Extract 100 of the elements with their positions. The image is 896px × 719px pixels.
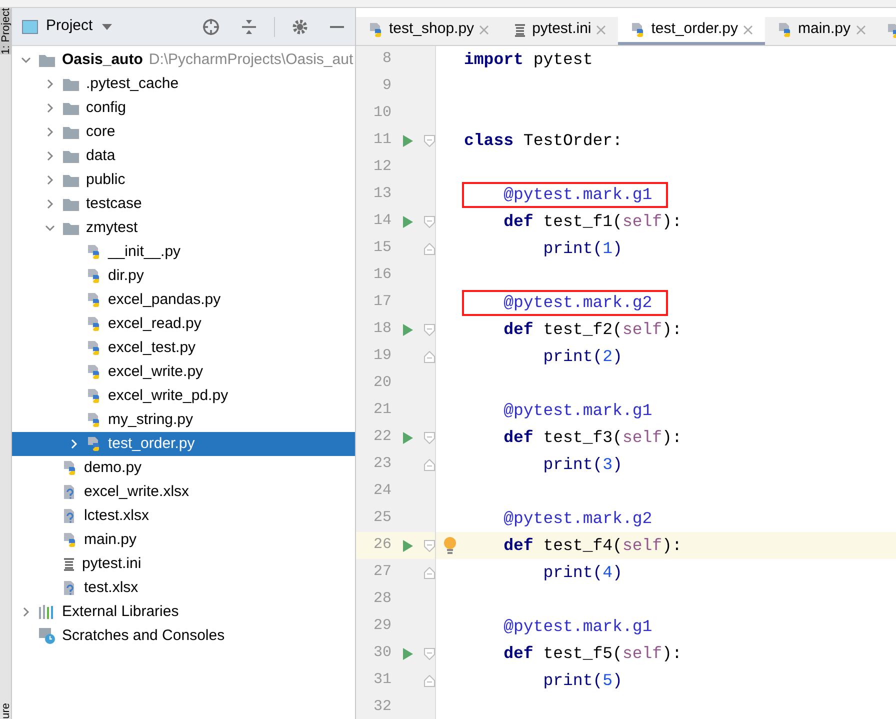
tree-item[interactable]: excel_write.xlsx bbox=[12, 480, 355, 504]
editor-tab[interactable]: test_order.py bbox=[618, 17, 765, 45]
editor-tab[interactable]: test_shop.py bbox=[356, 17, 502, 45]
close-icon[interactable] bbox=[596, 24, 606, 34]
close-icon[interactable] bbox=[742, 24, 753, 34]
chevron-down-icon[interactable] bbox=[21, 55, 31, 65]
tree-item[interactable]: testcase bbox=[12, 192, 355, 216]
folder-icon bbox=[62, 76, 80, 92]
chevron-right-icon[interactable] bbox=[21, 607, 31, 617]
line-number: 19 bbox=[372, 346, 392, 366]
close-icon[interactable] bbox=[856, 24, 866, 34]
tree-item[interactable]: test_order.py bbox=[12, 432, 355, 456]
editor-tab[interactable]: main.py bbox=[764, 17, 878, 45]
tree-item-label: demo.py bbox=[84, 458, 142, 478]
tree-item[interactable]: pytest.ini bbox=[12, 552, 355, 576]
tree-item-label: excel_write.xlsx bbox=[84, 482, 190, 502]
tree-item[interactable]: excel_write_pd.py bbox=[12, 384, 355, 408]
code-text: print(3) bbox=[542, 454, 622, 476]
tree-item[interactable]: excel_pandas.py bbox=[12, 288, 355, 312]
tree-item[interactable]: excel_read.py bbox=[12, 312, 355, 336]
chevron-right-icon[interactable] bbox=[45, 103, 55, 113]
chevron-right-icon[interactable] bbox=[45, 79, 55, 89]
folder-icon bbox=[62, 220, 80, 236]
code-text: def test_f1(self): bbox=[502, 210, 682, 232]
tree-item[interactable]: my_string.py bbox=[12, 408, 355, 432]
chevron-right-icon[interactable] bbox=[45, 151, 55, 161]
fold-marker-icon[interactable] bbox=[424, 458, 435, 470]
run-icon[interactable] bbox=[403, 216, 414, 228]
fold-marker-icon[interactable] bbox=[424, 432, 435, 444]
strip-label[interactable]: ure bbox=[0, 703, 11, 719]
code-text: def test_f4(self): bbox=[502, 534, 682, 556]
tree-item[interactable]: main.py bbox=[12, 528, 355, 552]
tree-item[interactable]: data bbox=[12, 144, 355, 168]
fold-marker-icon[interactable] bbox=[424, 566, 435, 578]
tree-item[interactable]: core bbox=[12, 120, 355, 144]
line-number: 27 bbox=[372, 562, 392, 582]
tree-item[interactable]: __init__.py bbox=[12, 240, 355, 264]
fold-marker-icon[interactable] bbox=[424, 674, 435, 686]
python-file-icon bbox=[86, 388, 102, 404]
collapse-all-icon[interactable] bbox=[240, 18, 258, 36]
locate-icon[interactable] bbox=[202, 18, 220, 36]
tree-item[interactable]: zmytest bbox=[12, 216, 355, 240]
line-number: 28 bbox=[372, 589, 392, 610]
line-number: 11 bbox=[372, 130, 392, 150]
line-number: 29 bbox=[372, 616, 392, 636]
chevron-right-icon[interactable] bbox=[45, 127, 55, 137]
tree-item-label: excel_write_pd.py bbox=[108, 386, 228, 406]
line-number: 17 bbox=[372, 292, 392, 312]
run-icon[interactable] bbox=[403, 648, 414, 660]
lightbulb-icon[interactable] bbox=[443, 536, 457, 554]
fold-marker-icon[interactable] bbox=[424, 134, 435, 146]
tree-item[interactable]: demo.py bbox=[12, 456, 355, 480]
chevron-right-icon[interactable] bbox=[45, 175, 55, 185]
fold-marker-icon[interactable] bbox=[424, 648, 435, 660]
editor-tab[interactable]: pytest.ini bbox=[501, 17, 618, 45]
line-number: 15 bbox=[372, 238, 392, 258]
tree-item[interactable]: Scratches and Consoles bbox=[12, 624, 355, 648]
tree-item-label: excel_pandas.py bbox=[108, 290, 221, 310]
project-title[interactable]: Project bbox=[46, 15, 93, 38]
line-number: 14 bbox=[372, 211, 392, 232]
tree-item-label: core bbox=[86, 122, 116, 142]
code-text: print(5) bbox=[542, 670, 622, 692]
tree-item[interactable]: lctest.xlsx bbox=[12, 504, 355, 528]
fold-marker-icon[interactable] bbox=[424, 324, 435, 336]
tree-item-label: test.xlsx bbox=[84, 578, 138, 598]
code-text: print(1) bbox=[542, 238, 622, 260]
tree-item[interactable]: dir.py bbox=[12, 264, 355, 288]
code-text: def test_f3(self): bbox=[502, 426, 682, 448]
tree-item[interactable]: test.xlsx bbox=[12, 576, 355, 600]
fold-marker-icon[interactable] bbox=[424, 540, 435, 552]
tree-item[interactable]: .pytest_cache bbox=[12, 72, 355, 96]
chevron-right-icon[interactable] bbox=[69, 439, 79, 449]
tree-item-label: External Libraries bbox=[62, 602, 179, 622]
fold-marker-icon[interactable] bbox=[424, 350, 435, 362]
line-number: 30 bbox=[372, 643, 392, 664]
tree-item[interactable]: excel_write.py bbox=[12, 360, 355, 384]
run-icon[interactable] bbox=[403, 540, 414, 552]
python-file-icon bbox=[86, 364, 102, 380]
tree-item-label: __init__.py bbox=[108, 242, 181, 262]
dropdown-caret-icon[interactable] bbox=[100, 22, 113, 30]
fold-marker-icon[interactable] bbox=[424, 216, 435, 228]
tree-item[interactable]: External Libraries bbox=[12, 600, 355, 624]
tree-item[interactable]: config bbox=[12, 96, 355, 120]
folder-icon bbox=[38, 52, 56, 68]
chevron-down-icon[interactable] bbox=[45, 223, 55, 233]
run-icon[interactable] bbox=[403, 324, 414, 336]
tree-item[interactable]: public bbox=[12, 168, 355, 192]
tree-item[interactable]: excel_test.py bbox=[12, 336, 355, 360]
close-icon[interactable] bbox=[479, 24, 490, 34]
python-file-icon bbox=[86, 436, 102, 452]
code-text: class TestOrder: bbox=[464, 130, 622, 152]
tree-item[interactable]: Oasis_auto D:\PycharmProjects\Oasis_aut bbox=[12, 48, 355, 72]
tree-item-label: my_string.py bbox=[108, 410, 194, 430]
tree-item-label: Scratches and Consoles bbox=[62, 626, 225, 646]
settings-icon[interactable] bbox=[291, 18, 309, 36]
run-icon[interactable] bbox=[403, 134, 414, 146]
fold-marker-icon[interactable] bbox=[424, 242, 435, 254]
run-icon[interactable] bbox=[403, 432, 414, 444]
line-number: 9 bbox=[382, 76, 392, 96]
chevron-right-icon[interactable] bbox=[45, 199, 55, 209]
